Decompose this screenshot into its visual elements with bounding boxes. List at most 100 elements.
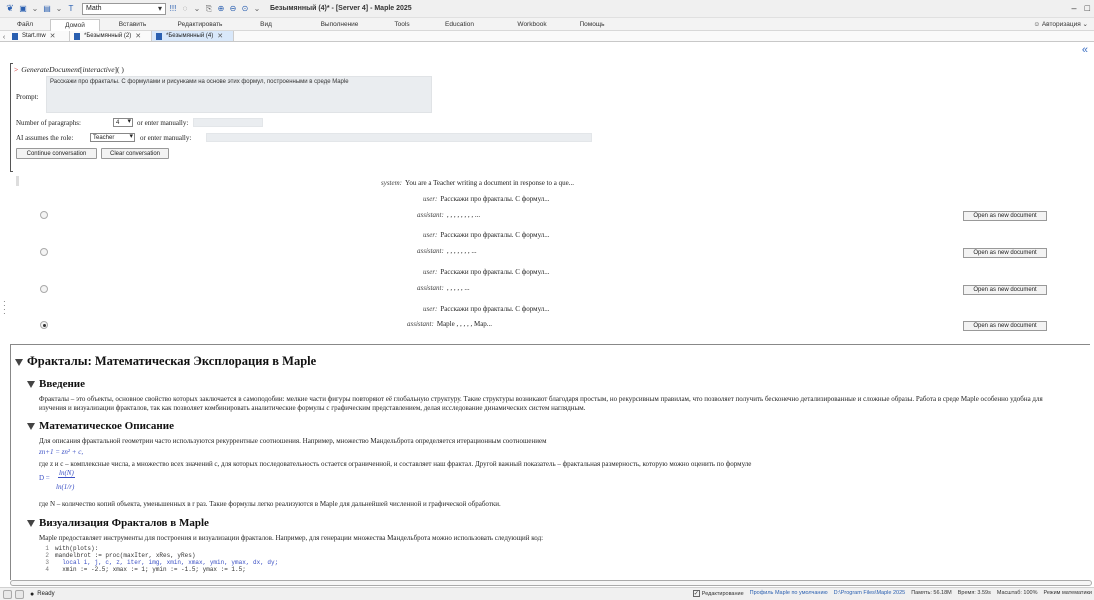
- execution-group-bracket[interactable]: [10, 63, 13, 172]
- menu-help[interactable]: Помощь: [567, 21, 617, 28]
- menu-edit[interactable]: Редактировать: [165, 21, 235, 28]
- command-line[interactable]: > GenerateDocument[interactive]( ): [14, 65, 124, 74]
- user-message: user: Расскажи про фракталы. С формул...: [423, 195, 550, 203]
- assistant-role-label: assistant:: [417, 211, 444, 219]
- visualization-paragraph: Maple предоставляет инструменты для пост…: [39, 534, 544, 542]
- tab-start[interactable]: Start.mw ✕: [8, 31, 70, 41]
- user-text: Расскажи про фракталы. С формул...: [440, 195, 550, 203]
- tab-untitled-2[interactable]: *Безымянный (2) ✕: [70, 31, 152, 41]
- profile-link[interactable]: Профиль Maple по умолчанию: [750, 590, 828, 597]
- response-radio[interactable]: [40, 285, 48, 293]
- prompt-textarea[interactable]: Расскажи про фракталы. С формулами и рис…: [46, 76, 432, 113]
- time-readout: Время: 3.59s: [957, 590, 991, 596]
- close-icon[interactable]: ✕: [50, 32, 56, 40]
- menu-workbook[interactable]: Workbook: [497, 21, 567, 28]
- zoom-out-icon[interactable]: ⊖: [228, 3, 238, 15]
- document-tabs: ‹ Start.mw ✕ *Безымянный (2) ✕ *Безымянн…: [0, 31, 1094, 42]
- code-line[interactable]: 4 xmin := -2.5; xmax := 1; ymin := -1.5;…: [39, 566, 246, 573]
- tab-scroll-left-icon[interactable]: ‹: [0, 34, 8, 41]
- toggle-icon[interactable]: ◌: [180, 3, 190, 15]
- chevron-down-icon[interactable]: ⌄: [252, 3, 262, 15]
- command-argument: interactive: [82, 65, 115, 74]
- open-as-new-document-button[interactable]: Open as new document: [963, 285, 1047, 295]
- command-tail: ]( ): [114, 65, 124, 74]
- editing-toggle[interactable]: ✓ Редактирование: [692, 590, 744, 597]
- zoom-readout[interactable]: Масштаб: 100%: [997, 590, 1038, 597]
- collapse-palette-icon[interactable]: «: [1082, 44, 1088, 56]
- menu-file[interactable]: Файл: [0, 21, 50, 28]
- clear-conversation-button[interactable]: Clear conversation: [101, 148, 169, 159]
- text-mode-icon[interactable]: T: [66, 3, 76, 15]
- close-icon[interactable]: ✕: [135, 32, 141, 40]
- generated-document: Фракталы: Математическая Эксплорация в M…: [10, 344, 1090, 580]
- horizontal-scrollbar[interactable]: [10, 580, 1092, 586]
- code-text: xmin := -2.5; xmax := 1; ymin := -1.5; y…: [55, 566, 246, 573]
- chevron-down-icon[interactable]: ⌄: [30, 3, 40, 15]
- role-label: AI assumes the role:: [16, 134, 74, 142]
- prompt-label: Prompt:: [16, 93, 39, 101]
- status-settings-icon[interactable]: [3, 589, 12, 599]
- role-select[interactable]: Teacher: [90, 133, 135, 142]
- command-function: GenerateDocument: [21, 65, 80, 74]
- paragraphs-select[interactable]: 4: [113, 118, 133, 127]
- document-icon: [12, 32, 18, 40]
- resize-grip-icon[interactable]: · · · ·: [3, 298, 6, 318]
- document-icon: [156, 32, 162, 40]
- math-mode-select[interactable]: Math: [82, 2, 166, 15]
- path-link[interactable]: D:\Program Files\Maple 2025: [834, 590, 906, 597]
- role-manual-input[interactable]: [206, 133, 592, 142]
- response-radio-selected[interactable]: [40, 321, 48, 329]
- collapse-triangle-icon[interactable]: [15, 358, 23, 366]
- collapse-triangle-icon[interactable]: [27, 422, 35, 430]
- ready-status: Ready: [37, 591, 55, 597]
- response-radio[interactable]: [40, 248, 48, 256]
- paragraphs-manual-input[interactable]: [193, 118, 263, 127]
- section-heading-visualization[interactable]: Визуализация Фракталов в Maple: [27, 517, 209, 529]
- open-as-new-document-button[interactable]: Open as new document: [963, 211, 1047, 221]
- tab-label: Start.mw: [22, 33, 46, 39]
- status-right: ✓ Редактирование Профиль Maple по умолчан…: [692, 590, 1092, 597]
- collapse-triangle-icon[interactable]: [27, 519, 35, 527]
- assistant-message: assistant:, , , , , , , , ...: [417, 211, 480, 219]
- assistant-message: assistant: Maple , , , , , Map...: [407, 320, 492, 328]
- assistant-role-label: assistant:: [407, 320, 434, 328]
- chevron-down-icon[interactable]: ⌄: [192, 3, 202, 15]
- checkbox-icon[interactable]: ✓: [692, 590, 700, 597]
- status-view-icon[interactable]: [15, 589, 24, 599]
- assistant-text: , , , , , ...: [446, 284, 470, 292]
- math-mode-readout[interactable]: Режим математики: [1043, 590, 1092, 597]
- maple-logo-icon[interactable]: ❦: [4, 3, 16, 15]
- open-as-new-document-button[interactable]: Open as new document: [963, 248, 1047, 258]
- save-icon[interactable]: ▤: [42, 3, 52, 15]
- new-document-icon[interactable]: ▣: [18, 3, 28, 15]
- open-as-new-document-button[interactable]: Open as new document: [963, 321, 1047, 331]
- minimize-icon[interactable]: –: [1072, 3, 1077, 13]
- auth-button[interactable]: ☺ Авторизация ⌄: [1033, 20, 1088, 28]
- section-heading-intro[interactable]: Введение: [27, 378, 85, 390]
- document-title[interactable]: Фракталы: Математическая Эксплорация в M…: [15, 354, 316, 369]
- user-role-label: user:: [423, 305, 438, 313]
- menu-evaluation[interactable]: Выполнение: [297, 21, 382, 28]
- prompt-symbol: >: [14, 65, 19, 74]
- zoom-icon[interactable]: ⊙: [240, 3, 250, 15]
- section-heading-math[interactable]: Математическое Описание: [27, 420, 174, 432]
- response-radio[interactable]: [40, 211, 48, 219]
- execute-all-icon[interactable]: !!!: [168, 3, 178, 15]
- copy-icon[interactable]: ⎘: [204, 3, 214, 15]
- zoom-in-icon[interactable]: ⊕: [216, 3, 226, 15]
- maximize-icon[interactable]: □: [1085, 3, 1090, 13]
- user-text: Расскажи про фракталы. С формул...: [440, 268, 550, 276]
- status-bar: ● Ready ✓ Редактирование Профиль Maple по…: [0, 587, 1094, 600]
- system-role-label: system:: [381, 179, 402, 187]
- menu-view[interactable]: Вид: [235, 21, 297, 28]
- collapse-triangle-icon[interactable]: [27, 380, 35, 388]
- menu-home[interactable]: Домой: [50, 18, 100, 31]
- menu-insert[interactable]: Вставить: [100, 21, 165, 28]
- tab-untitled-4[interactable]: *Безымянный (4) ✕: [152, 31, 234, 41]
- close-icon[interactable]: ✕: [217, 32, 223, 40]
- assistant-message: assistant:, , , , , , , ...: [417, 247, 477, 255]
- menu-education[interactable]: Education: [422, 21, 497, 28]
- menu-tools[interactable]: Tools: [382, 21, 422, 28]
- continue-conversation-button[interactable]: Continue conversation: [16, 148, 97, 159]
- chevron-down-icon[interactable]: ⌄: [54, 3, 64, 15]
